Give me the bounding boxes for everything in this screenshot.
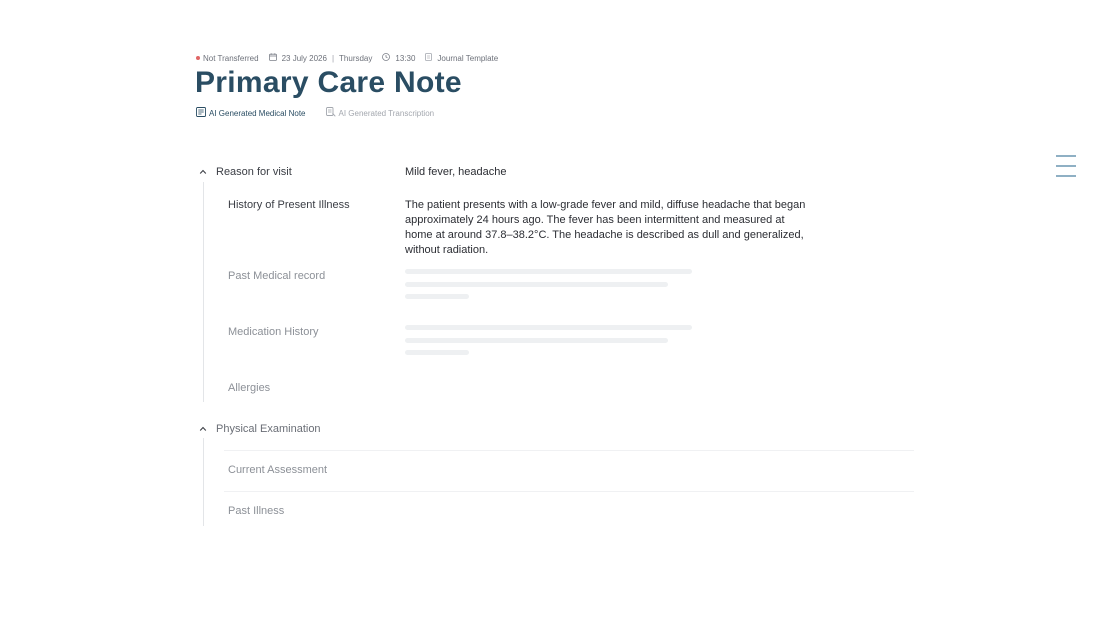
- tab-medical-note[interactable]: AI Generated Medical Note: [196, 107, 306, 119]
- chevron-up-icon: [199, 426, 207, 431]
- document-icon: [425, 53, 433, 63]
- meta-separator: |: [331, 53, 335, 63]
- field-label-medication-history: Medication History: [228, 326, 319, 338]
- section-reason-for-visit[interactable]: Reason for visit: [198, 166, 292, 178]
- section-reason-label: Reason for visit: [216, 166, 292, 178]
- calendar-icon: [268, 53, 277, 63]
- transcription-icon: [325, 107, 339, 119]
- field-label-hpi: History of Present Illness: [228, 199, 350, 211]
- loading-skeleton-line: [405, 350, 469, 355]
- note-view-tabs: AI Generated Medical Note AI Generated T…: [196, 107, 434, 119]
- chevron-up-icon: [199, 169, 207, 174]
- transfer-status: Not Transferred: [203, 53, 259, 63]
- loading-skeleton-line: [405, 325, 692, 330]
- clock-icon: [382, 53, 391, 63]
- note-time: 13:30: [395, 53, 416, 63]
- page-title: Primary Care Note: [195, 66, 462, 99]
- reason-for-visit-value[interactable]: Mild fever, headache: [405, 165, 507, 180]
- tab-transcription-label: AI Generated Transcription: [338, 108, 435, 118]
- menu-lines-icon[interactable]: [1056, 155, 1076, 177]
- note-meta-row: Not Transferred 23 July 2026 | Thursday …: [196, 53, 498, 63]
- journal-template-link[interactable]: Journal Template: [437, 54, 498, 63]
- status-dot: [196, 56, 200, 60]
- tab-medical-note-label: AI Generated Medical Note: [209, 108, 306, 118]
- field-label-current-assessment: Current Assessment: [228, 464, 328, 476]
- field-label-past-medical-record: Past Medical record: [228, 270, 326, 282]
- field-label-allergies: Allergies: [228, 382, 271, 394]
- row-divider: [224, 450, 914, 451]
- field-label-past-illness: Past Illness: [228, 505, 285, 517]
- loading-skeleton-line: [405, 338, 668, 343]
- loading-skeleton-line: [405, 269, 692, 274]
- tab-transcription[interactable]: AI Generated Transcription: [325, 107, 435, 119]
- hpi-value[interactable]: The patient presents with a low-grade fe…: [405, 198, 815, 258]
- section-physical-label: Physical Examination: [216, 423, 321, 435]
- loading-skeleton-line: [405, 282, 668, 287]
- row-divider: [224, 491, 914, 492]
- note-weekday: Thursday: [339, 53, 373, 63]
- note-page: Not Transferred 23 July 2026 | Thursday …: [0, 0, 1100, 633]
- section-physical-examination[interactable]: Physical Examination: [198, 423, 321, 435]
- section-divider-line: [203, 182, 204, 402]
- loading-skeleton-line: [405, 294, 469, 299]
- medical-note-icon: [196, 107, 209, 119]
- note-date: 23 July 2026: [281, 53, 327, 63]
- section-divider-line: [203, 438, 204, 526]
